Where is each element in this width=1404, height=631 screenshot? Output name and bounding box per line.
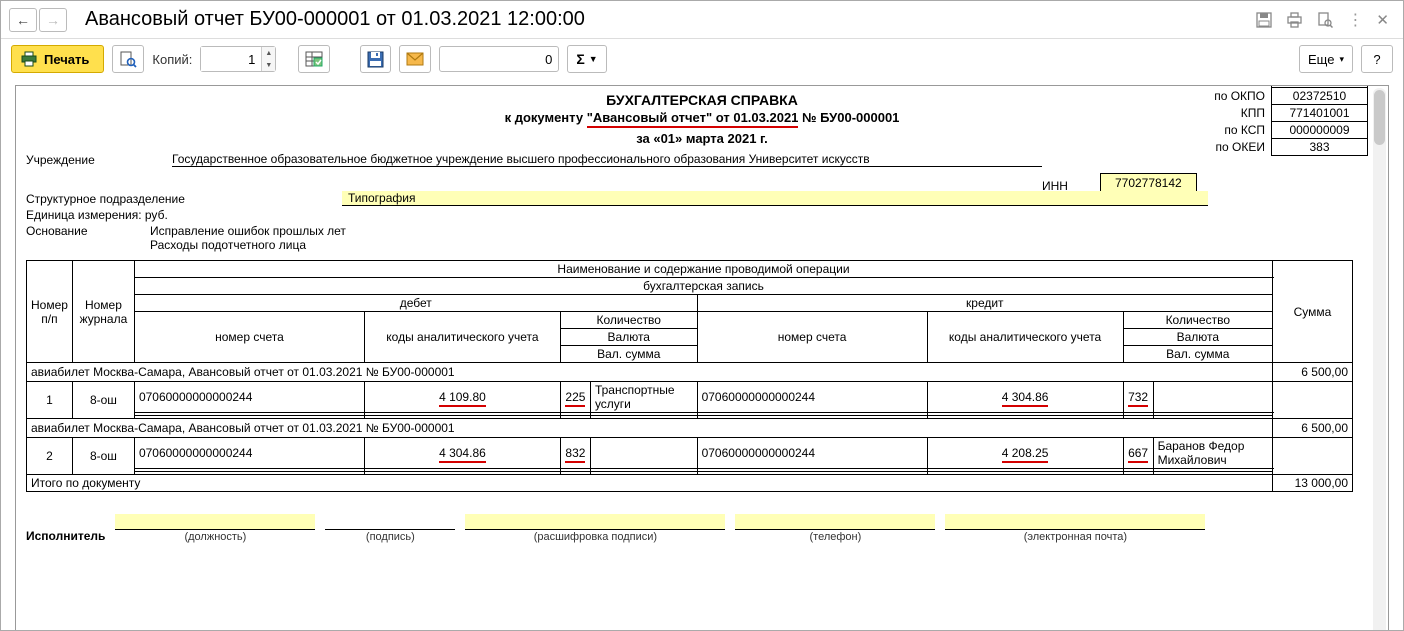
table-total-row: Итого по документу 13 000,00 [27, 475, 1353, 492]
signature-caption: Исполнитель [26, 529, 105, 543]
more-button[interactable]: Еще ▾ [1299, 45, 1353, 73]
printer-icon [20, 51, 38, 67]
save-icon[interactable] [1256, 12, 1272, 28]
table-group-header: авиабилет Москва-Самара, Авансовый отчет… [27, 419, 1353, 438]
entries-table: Номер п/п Номер журнала Наименование и с… [26, 260, 1353, 492]
print-button[interactable]: Печать [11, 45, 104, 73]
basis-value-1: Исправление ошибок прошлых лет [150, 224, 346, 238]
table-row: 1 8-ош 07060000000000244 4 109.80 225 Тр… [27, 382, 1353, 413]
preview-button[interactable] [112, 45, 144, 73]
stepper-up[interactable]: ▲ [262, 47, 275, 59]
chevron-down-icon: ▾ [1339, 54, 1344, 65]
subdivision-label: Структурное подразделение [26, 192, 336, 206]
institution-label: Учреждение [26, 153, 166, 167]
sum-field[interactable] [439, 46, 559, 72]
table-row: 2 8-ош 07060000000000244 4 304.86 832 07… [27, 438, 1353, 469]
copies-label: Копий: [152, 52, 192, 67]
chevron-down-icon: ▼ [589, 54, 598, 64]
window-title: Авансовый отчет БУ00-000001 от 01.03.202… [85, 8, 1256, 31]
help-button[interactable]: ? [1361, 45, 1393, 73]
subdivision-value: Типография [342, 191, 1208, 206]
print-icon[interactable] [1286, 12, 1303, 28]
nav-back-button[interactable]: ← [9, 8, 37, 32]
basis-label: Основание [26, 224, 144, 238]
copies-stepper[interactable]: ▲▼ [200, 46, 276, 72]
stepper-down[interactable]: ▼ [262, 59, 275, 71]
table-group-header: авиабилет Москва-Самара, Авансовый отчет… [27, 363, 1353, 382]
preview-icon[interactable] [1317, 12, 1333, 28]
more-icon[interactable]: ⋮ [1347, 10, 1362, 30]
basis-value-2: Расходы подотчетного лица [150, 238, 306, 252]
codes-table: КОДЫ Форма по ОКУД0504833 Дата01.03.2021… [1175, 85, 1368, 156]
table-settings-button[interactable] [298, 45, 330, 73]
close-icon[interactable]: ✕ [1376, 11, 1389, 29]
institution-value: Государственное образовательное бюджетно… [172, 152, 1042, 167]
nav-forward-button[interactable]: → [39, 8, 67, 32]
sigma-button[interactable]: Σ ▼ [567, 45, 606, 73]
unit-label: Единица измерения: руб. [26, 208, 168, 222]
save-button[interactable] [360, 45, 391, 73]
inn-value: 7702778142 [1100, 173, 1197, 193]
signature-row: Исполнитель (должность) (подпись) (расши… [26, 514, 1378, 543]
copies-input[interactable] [201, 47, 261, 71]
email-button[interactable] [399, 45, 431, 73]
